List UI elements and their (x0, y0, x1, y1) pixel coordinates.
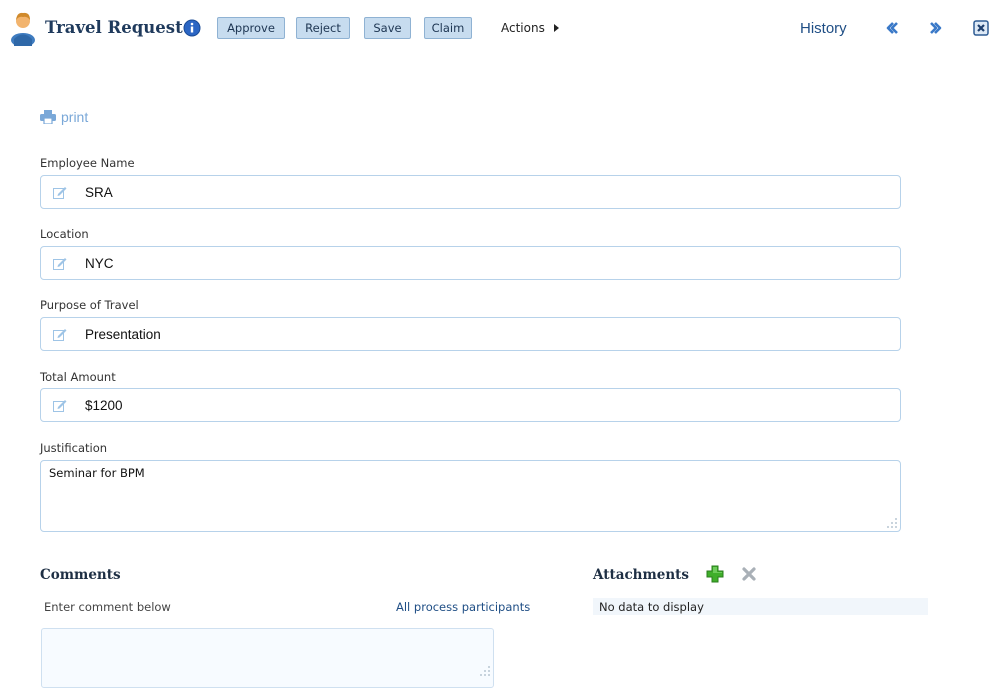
purpose-value: Presentation (85, 327, 161, 342)
total-amount-field[interactable]: $1200 (40, 388, 901, 422)
attachments-empty-message: No data to display (593, 598, 928, 615)
justification-label: Justification (40, 441, 108, 455)
location-label: Location (40, 227, 89, 241)
remove-attachment-icon[interactable] (741, 566, 757, 582)
resize-grip-icon[interactable] (479, 665, 491, 677)
page-title: Travel Request (45, 18, 183, 37)
save-button[interactable]: Save (364, 17, 411, 39)
employee-name-label: Employee Name (40, 156, 135, 170)
close-icon[interactable] (973, 20, 989, 36)
location-field[interactable]: NYC (40, 246, 901, 280)
total-amount-label: Total Amount (40, 370, 116, 384)
print-label: print (61, 109, 89, 125)
comments-heading: Comments (40, 567, 121, 583)
total-amount-value: $1200 (85, 398, 123, 413)
purpose-field[interactable]: Presentation (40, 317, 901, 351)
resize-grip-icon[interactable] (886, 517, 898, 529)
header-toolbar: Travel Request Approve Reject Save Claim… (0, 0, 989, 58)
info-icon[interactable] (183, 19, 201, 37)
submenu-arrow-icon (553, 24, 559, 32)
employee-name-field[interactable]: SRA (40, 175, 901, 209)
history-link[interactable]: History (800, 20, 847, 37)
add-attachment-icon[interactable] (706, 565, 724, 583)
edit-icon (53, 400, 67, 412)
location-value: NYC (85, 256, 114, 271)
justification-value: Seminar for BPM (49, 466, 145, 480)
actions-menu[interactable]: Actions (501, 21, 559, 35)
employee-name-value: SRA (85, 185, 113, 200)
edit-icon (53, 187, 67, 199)
edit-icon (53, 329, 67, 341)
comment-hint: Enter comment below (44, 600, 171, 614)
reject-button[interactable]: Reject (296, 17, 350, 39)
claim-button[interactable]: Claim (424, 17, 472, 39)
approve-button[interactable]: Approve (217, 17, 285, 39)
print-link[interactable]: print (40, 109, 88, 125)
chevron-right-icon[interactable] (928, 20, 944, 36)
attachments-heading: Attachments (593, 567, 690, 583)
user-avatar-icon (11, 12, 35, 46)
actions-menu-label: Actions (501, 21, 545, 35)
chevron-left-icon[interactable] (884, 20, 900, 36)
purpose-label: Purpose of Travel (40, 298, 139, 312)
edit-icon (53, 258, 67, 270)
comment-input[interactable] (41, 628, 494, 688)
justification-textarea[interactable]: Seminar for BPM (40, 460, 901, 532)
participants-link[interactable]: All process participants (396, 600, 530, 614)
printer-icon (40, 110, 56, 124)
